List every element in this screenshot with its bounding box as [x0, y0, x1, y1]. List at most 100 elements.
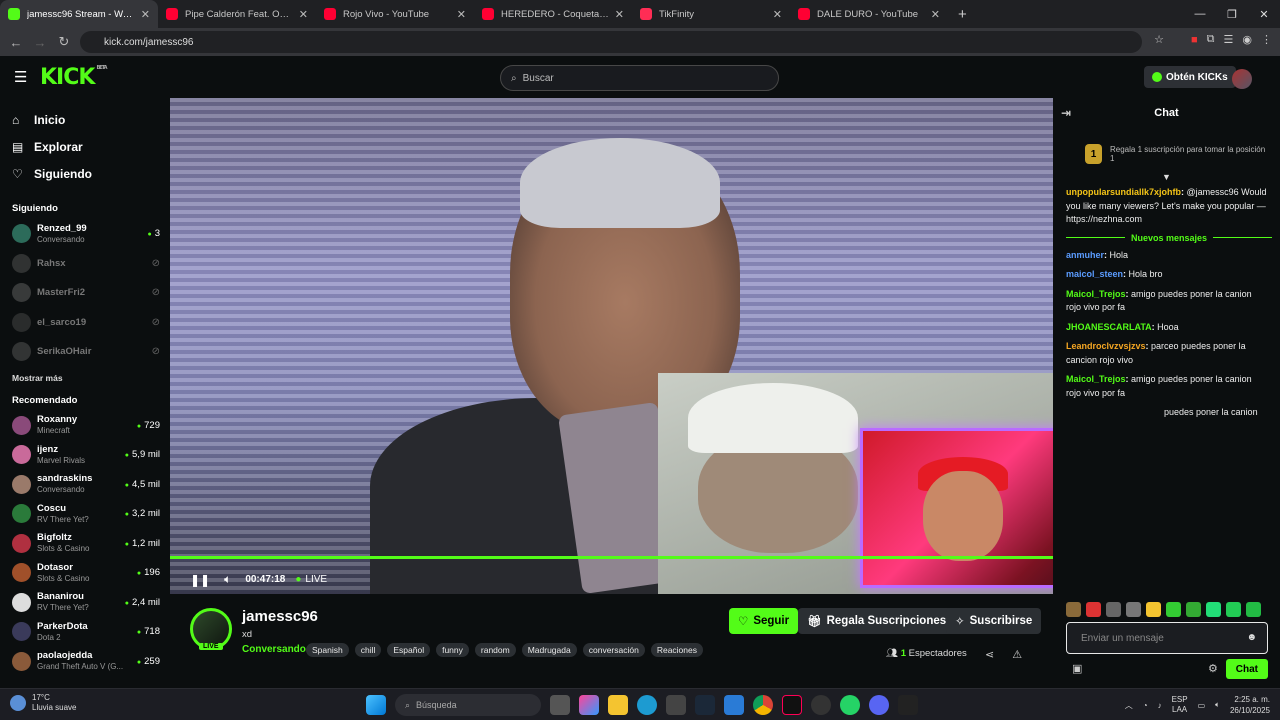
- tiktok-icon[interactable]: [782, 695, 802, 715]
- subscribe-button[interactable]: ✧ Suscribirse: [946, 608, 1042, 634]
- sidebar-nav-explorar[interactable]: ▤ Explorar: [0, 133, 170, 160]
- windows-start-icon[interactable]: [366, 695, 386, 715]
- minimize-icon[interactable]: —: [1184, 0, 1216, 28]
- emote-icon[interactable]: [1166, 602, 1181, 617]
- volume-icon[interactable]: 🔈︎: [224, 572, 231, 587]
- channel-item[interactable]: Rahsx ⊘: [0, 249, 170, 279]
- emote-icon[interactable]: [1246, 602, 1261, 617]
- show-more-link[interactable]: Mostrar más: [0, 367, 170, 389]
- channel-item[interactable]: DotasorSlots & Casino196: [0, 558, 170, 588]
- chrome-icon[interactable]: [753, 695, 773, 715]
- channel-item[interactable]: BananirouRV There Yet?2,4 mil: [0, 588, 170, 618]
- chat-input[interactable]: Enviar un mensaje ☻: [1066, 622, 1268, 654]
- menu-dots-icon[interactable]: ⋮: [1261, 33, 1272, 46]
- sidebar-nav-inicio[interactable]: ⌂ Inicio: [0, 106, 170, 133]
- gift-shop-icon[interactable]: ▣: [1072, 662, 1082, 675]
- emote-icon[interactable]: [1186, 602, 1201, 617]
- channel-item[interactable]: SerikaOHair ⊘: [0, 337, 170, 367]
- kick-logo[interactable]: KICK BETA: [40, 65, 108, 90]
- channel-item[interactable]: RoxannyMinecraft729: [0, 411, 170, 441]
- network-icon[interactable]: ▭: [1198, 701, 1206, 710]
- channel-item[interactable]: Renzed_99Conversando3: [0, 219, 170, 249]
- language-indicator[interactable]: ESP LAA: [1172, 695, 1188, 715]
- new-tab-icon[interactable]: +: [958, 0, 967, 28]
- edge-icon[interactable]: [637, 695, 657, 715]
- pause-icon[interactable]: ❚❚: [190, 573, 210, 587]
- extensions-puzzle-icon[interactable]: ⧉: [1207, 33, 1215, 46]
- playback-progress-bar[interactable]: [170, 556, 1053, 559]
- file-explorer-icon[interactable]: [608, 695, 628, 715]
- browser-tab[interactable]: Rojo Vivo - YouTube ✕: [316, 0, 474, 28]
- share-icon[interactable]: ⋖: [985, 648, 994, 661]
- send-chat-button[interactable]: Chat: [1225, 659, 1268, 679]
- mail-icon[interactable]: [724, 695, 744, 715]
- stream-tag[interactable]: Español: [387, 643, 431, 657]
- back-icon[interactable]: ←: [4, 35, 28, 50]
- stream-tag[interactable]: Reaciones: [650, 643, 703, 657]
- task-view-icon[interactable]: [550, 695, 570, 715]
- close-window-icon[interactable]: ✕: [1248, 0, 1280, 28]
- channel-item[interactable]: ParkerDotaDota 2718: [0, 617, 170, 647]
- tab-close-icon[interactable]: ✕: [141, 8, 150, 21]
- gift-subs-button[interactable]: 🎁︎ Regala Suscripciones: [798, 608, 956, 634]
- profile-icon[interactable]: ◉: [1242, 33, 1252, 46]
- extension-icon[interactable]: ■: [1191, 34, 1198, 46]
- channel-item[interactable]: sandraskinsConversando4,5 mil: [0, 470, 170, 500]
- channel-item[interactable]: ijenzMarvel Rivals5,9 mil: [0, 440, 170, 470]
- chat-username[interactable]: JHOANESCARLATA: [1066, 322, 1152, 332]
- browser-tab[interactable]: DALE DURO - YouTube ✕: [790, 0, 948, 28]
- wifi-icon[interactable]: ◔: [1143, 701, 1148, 710]
- reload-icon[interactable]: ↻: [52, 34, 76, 50]
- emote-icon[interactable]: [1086, 602, 1101, 617]
- bookmark-star-icon[interactable]: ☆: [1154, 33, 1164, 46]
- obs-icon[interactable]: [898, 695, 918, 715]
- media-icon[interactable]: ☰: [1224, 33, 1234, 46]
- tab-close-icon[interactable]: ✕: [773, 8, 782, 21]
- stream-tag[interactable]: Madrugada: [521, 643, 577, 657]
- emoji-icon[interactable]: ☻: [1246, 632, 1257, 643]
- pinned-toggle-icon[interactable]: ▼: [1053, 172, 1280, 186]
- tab-close-icon[interactable]: ✕: [615, 8, 624, 21]
- whatsapp-icon[interactable]: [840, 695, 860, 715]
- report-icon[interactable]: ⚠: [1012, 648, 1022, 661]
- discord-icon[interactable]: [869, 695, 889, 715]
- emote-icon[interactable]: [1206, 602, 1221, 617]
- browser-tab[interactable]: jamessc96 Stream - Watch Live ✕: [0, 0, 158, 28]
- hamburger-menu-icon[interactable]: ☰: [14, 68, 27, 86]
- restore-icon[interactable]: ❐: [1216, 0, 1248, 28]
- search-input[interactable]: ⌕ Buscar: [500, 65, 779, 91]
- app-icon[interactable]: [811, 695, 831, 715]
- chat-settings-icon[interactable]: ⚙: [1208, 662, 1218, 675]
- chat-username[interactable]: Leandroclvzvsjzvs: [1066, 341, 1146, 351]
- emote-icon[interactable]: [1146, 602, 1161, 617]
- emote-icon[interactable]: [1066, 602, 1081, 617]
- tab-close-icon[interactable]: ✕: [931, 8, 940, 21]
- browser-tab[interactable]: Pipe Calderón Feat. Oco Yajé - Luz Verde…: [158, 0, 316, 28]
- stream-tag[interactable]: funny: [436, 643, 469, 657]
- video-player[interactable]: ❚❚ 🔈︎ 00:47:18 LIVE: [170, 98, 1053, 594]
- url-field[interactable]: kick.com/jamessc96: [80, 31, 1142, 53]
- tab-close-icon[interactable]: ✕: [457, 8, 466, 21]
- forward-icon[interactable]: →: [28, 35, 52, 50]
- chat-username[interactable]: anmuher: [1066, 250, 1104, 260]
- stream-tag[interactable]: chill: [354, 643, 382, 657]
- follow-button[interactable]: ♡ Seguir: [729, 608, 799, 634]
- browser-tab[interactable]: TikFinity ✕: [632, 0, 790, 28]
- chat-username[interactable]: unpopularsundiallk7xjohfb: [1066, 187, 1181, 197]
- chat-username[interactable]: maicol_steen: [1066, 269, 1123, 279]
- stream-tag[interactable]: conversación: [582, 643, 645, 657]
- chat-username[interactable]: Maicol_Trejos: [1066, 374, 1126, 384]
- weather-widget[interactable]: 17°C Lluvia suave: [10, 693, 76, 713]
- steam-icon[interactable]: [695, 695, 715, 715]
- emote-icon[interactable]: [1126, 602, 1141, 617]
- browser-tab[interactable]: HEREDERO - Coqueta (Audio Oficial) ✕: [474, 0, 632, 28]
- channel-item[interactable]: paolaojeddaGrand Theft Auto V (G...259: [0, 647, 170, 677]
- sidebar-nav-siguiendo[interactable]: ♡ Siguiendo: [0, 160, 170, 187]
- emote-icon[interactable]: [1106, 602, 1121, 617]
- channel-item[interactable]: el_sarco19 ⊘: [0, 308, 170, 338]
- channel-item[interactable]: CoscuRV There Yet?3,2 mil: [0, 499, 170, 529]
- store-icon[interactable]: [666, 695, 686, 715]
- taskbar-search[interactable]: ⌕ Búsqueda: [395, 694, 541, 716]
- chat-username[interactable]: Maicol_Trejos: [1066, 289, 1126, 299]
- collapse-chat-icon[interactable]: ⇥: [1061, 106, 1071, 120]
